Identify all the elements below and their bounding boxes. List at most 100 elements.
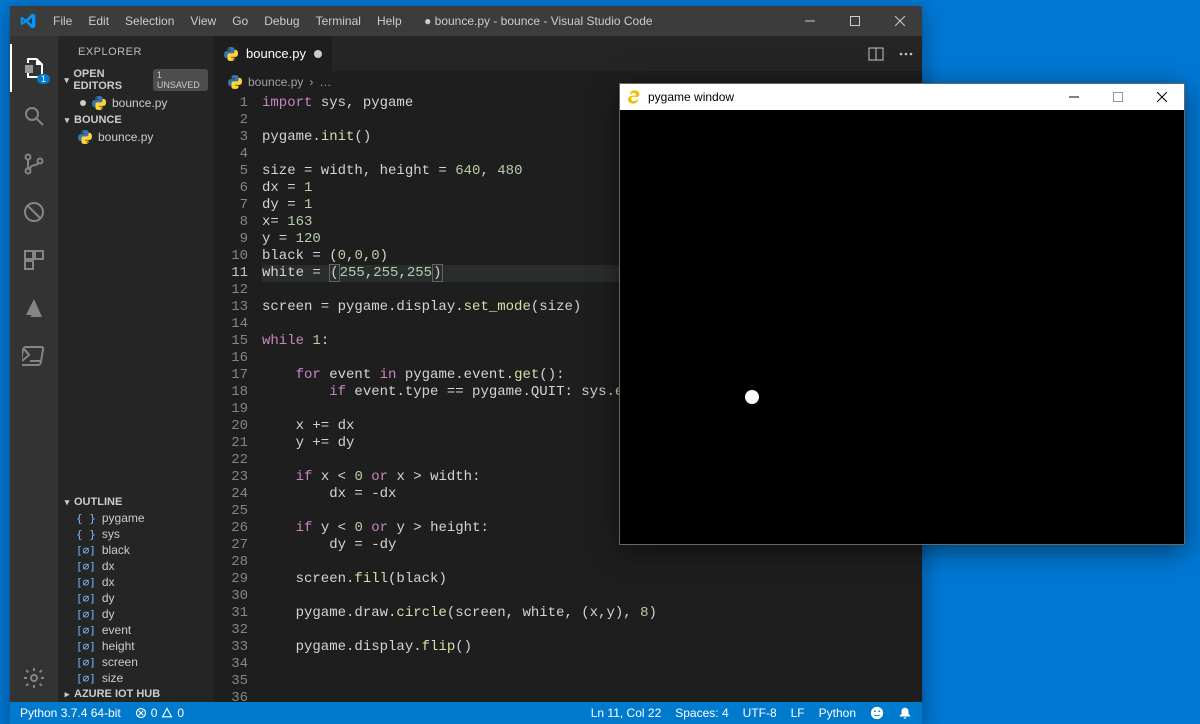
menu-help[interactable]: Help: [369, 6, 410, 36]
outline-kind-icon: [∅]: [76, 672, 96, 685]
outline-item[interactable]: [∅]dy: [58, 590, 214, 606]
pygame-title: pygame window: [648, 90, 734, 104]
minimize-icon[interactable]: [787, 6, 832, 36]
explorer-icon[interactable]: 1: [10, 44, 58, 92]
status-spaces[interactable]: Spaces: 4: [675, 706, 728, 720]
outline-label: pygame: [102, 511, 145, 525]
folder-section[interactable]: ▾ BOUNCE: [58, 112, 214, 128]
status-eol[interactable]: LF: [791, 706, 805, 720]
menu-go[interactable]: Go: [224, 6, 256, 36]
outline-item[interactable]: [∅] dx: [58, 574, 214, 590]
split-editor-icon[interactable]: [868, 46, 884, 62]
tab-bounce[interactable]: bounce.py: [214, 36, 333, 71]
outline-kind-icon: [∅]: [76, 560, 96, 573]
outline-label: black: [102, 543, 130, 557]
outline-item[interactable]: [∅]screen: [58, 654, 214, 670]
outline-kind-icon: [∅]: [76, 608, 96, 621]
menu-file[interactable]: File: [45, 6, 80, 36]
breadcrumb-more: …: [319, 75, 331, 89]
outline-item[interactable]: { } pygame: [58, 510, 214, 526]
activity-bar: 1: [10, 36, 58, 702]
warning-count: 0: [177, 706, 184, 720]
status-encoding[interactable]: UTF-8: [743, 706, 777, 720]
outline-item[interactable]: [∅] event: [58, 622, 214, 638]
outline-label: dx: [102, 575, 115, 589]
window-title: ● bounce.py - bounce - Visual Studio Cod…: [410, 14, 787, 28]
unsaved-badge: 1 UNSAVED: [153, 69, 208, 91]
more-actions-icon[interactable]: [898, 46, 914, 62]
outline-kind-icon: [∅]: [76, 592, 96, 605]
status-cursor[interactable]: Ln 11, Col 22: [591, 706, 662, 720]
status-bar: Python 3.7.4 64-bit 0 0 Ln 11, Col 22 Sp…: [10, 702, 922, 724]
pygame-snake-icon: [626, 89, 642, 105]
outline-section[interactable]: ▾ OUTLINE: [58, 494, 214, 510]
menu-bar: File Edit Selection View Go Debug Termin…: [45, 6, 410, 36]
tab-label: bounce.py: [246, 46, 306, 61]
menu-terminal[interactable]: Terminal: [308, 6, 369, 36]
pygame-titlebar: pygame window: [620, 84, 1184, 110]
outline-item[interactable]: [∅] height: [58, 638, 214, 654]
outline-label: screen: [102, 655, 138, 669]
azure-section[interactable]: ▸ AZURE IOT HUB: [58, 686, 214, 702]
sidebar-title: EXPLORER: [58, 36, 214, 66]
python-file-icon: [224, 47, 238, 61]
titlebar: File Edit Selection View Go Debug Termin…: [10, 6, 922, 36]
pygame-canvas: [620, 110, 1184, 544]
settings-gear-icon[interactable]: [10, 654, 58, 702]
open-editors-section[interactable]: ▾ OPEN EDITORS 1 UNSAVED: [58, 66, 214, 94]
chevron-down-icon: ▾: [62, 115, 72, 126]
pygame-window: pygame window: [619, 83, 1185, 545]
pygame-maximize-icon[interactable]: [1096, 84, 1140, 110]
maximize-icon[interactable]: [832, 6, 877, 36]
python-file-icon: [78, 130, 92, 144]
menu-debug[interactable]: Debug: [256, 6, 307, 36]
outline-kind-icon: [∅]: [76, 640, 96, 653]
source-control-icon[interactable]: [10, 140, 58, 188]
error-count: 0: [151, 706, 158, 720]
debug-icon[interactable]: [10, 188, 58, 236]
chevron-right-icon: ▸: [62, 689, 72, 700]
azure-icon[interactable]: [10, 284, 58, 332]
breadcrumb-file: bounce.py: [248, 75, 303, 89]
file-item[interactable]: bounce.py: [58, 128, 214, 146]
python-file-icon: [92, 96, 106, 110]
outline-item[interactable]: { }sys: [58, 526, 214, 542]
status-language[interactable]: Python: [819, 706, 856, 720]
menu-view[interactable]: View: [182, 6, 224, 36]
python-file-icon: [228, 75, 242, 89]
chevron-right-icon: ›: [309, 75, 313, 89]
outline-item[interactable]: [∅]dy: [58, 606, 214, 622]
status-bell-icon[interactable]: [898, 706, 912, 720]
open-editor-label: bounce.py: [112, 96, 167, 110]
outline-kind-icon: { }: [76, 512, 96, 525]
open-editors-label: OPEN EDITORS: [73, 68, 151, 92]
outline-label: height: [102, 639, 135, 653]
powershell-icon[interactable]: [10, 332, 58, 380]
line-number-gutter: 1234567891011121314151617181920212223242…: [214, 93, 262, 702]
outline-item[interactable]: [∅]black: [58, 542, 214, 558]
outline-title: OUTLINE: [74, 496, 122, 508]
ball-sprite: [745, 390, 759, 404]
chevron-down-icon: ▾: [62, 75, 71, 86]
folder-title: BOUNCE: [74, 114, 122, 126]
azure-title: AZURE IOT HUB: [74, 688, 160, 700]
menu-edit[interactable]: Edit: [80, 6, 117, 36]
status-problems[interactable]: 0 0: [135, 706, 184, 720]
status-feedback-icon[interactable]: [870, 706, 884, 720]
sidebar: EXPLORER ▾ OPEN EDITORS 1 UNSAVED bounce…: [58, 36, 214, 702]
close-icon[interactable]: [877, 6, 922, 36]
pygame-minimize-icon[interactable]: [1052, 84, 1096, 110]
outline-kind-icon: [∅]: [76, 624, 96, 637]
outline-label: event: [102, 623, 131, 637]
extensions-icon[interactable]: [10, 236, 58, 284]
outline-kind-icon: [∅]: [76, 576, 96, 589]
modified-dot-icon: [80, 100, 86, 106]
outline-item[interactable]: [∅]dx: [58, 558, 214, 574]
open-editor-item[interactable]: bounce.py: [58, 94, 214, 112]
explorer-badge: 1: [37, 74, 50, 84]
search-icon[interactable]: [10, 92, 58, 140]
status-python-version[interactable]: Python 3.7.4 64-bit: [20, 706, 121, 720]
menu-selection[interactable]: Selection: [117, 6, 182, 36]
outline-item[interactable]: [∅]size: [58, 670, 214, 686]
pygame-close-icon[interactable]: [1140, 84, 1184, 110]
